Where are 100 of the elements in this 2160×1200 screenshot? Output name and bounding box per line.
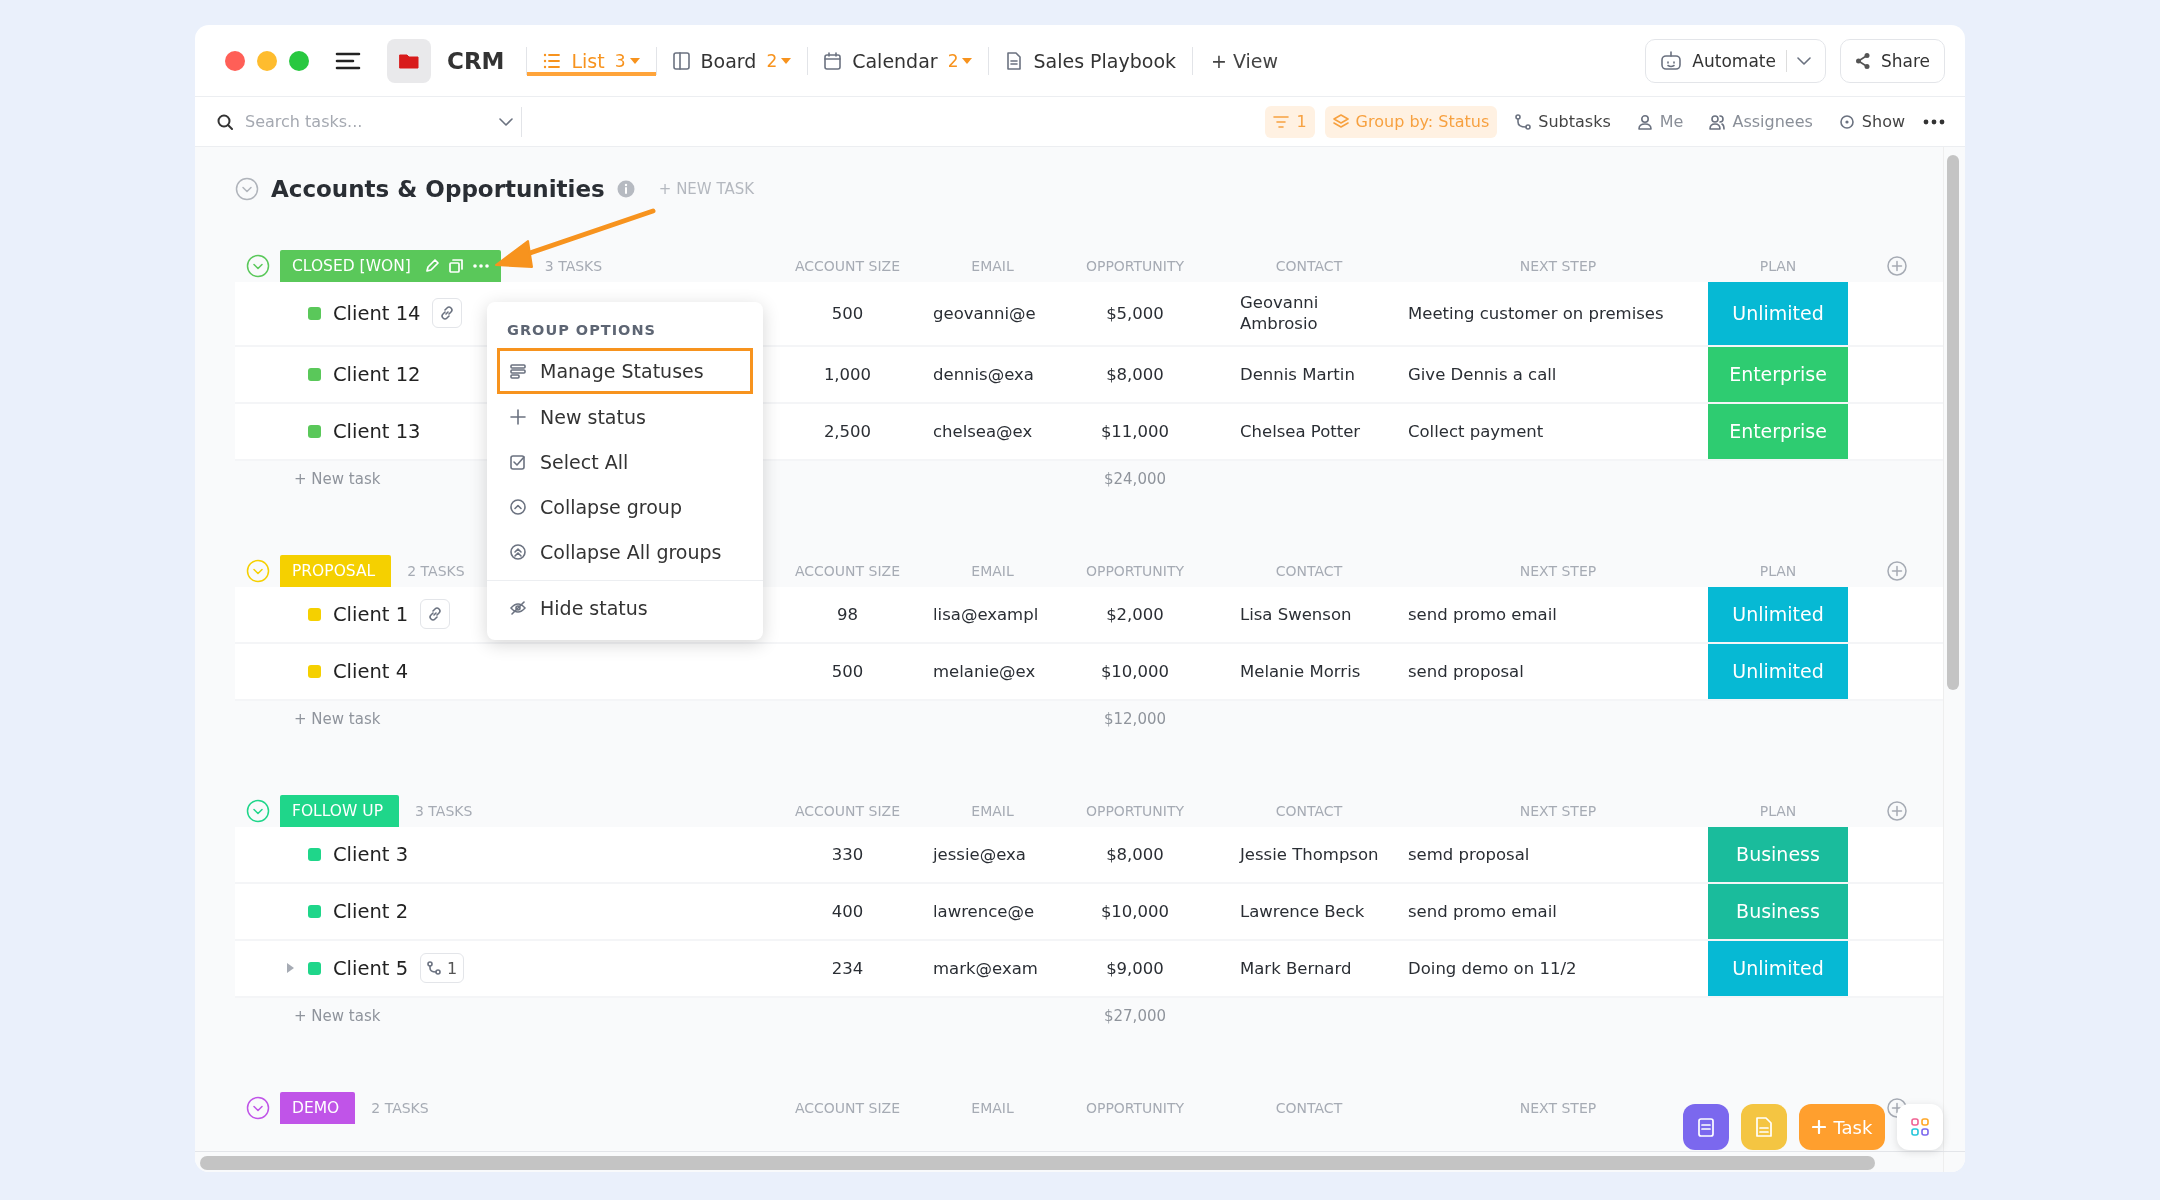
table-cell-text: chelsea@ex (932, 421, 1034, 441)
collapse-toggle-icon[interactable] (245, 254, 270, 278)
search-field[interactable]: Search tasks... (243, 111, 489, 132)
column-total: $24,000 (1103, 469, 1167, 488)
add-column-icon[interactable] (1886, 256, 1907, 276)
link-icon (427, 606, 444, 623)
status-square[interactable] (308, 904, 321, 918)
column-header: CONTACT (1274, 802, 1344, 819)
caret-down-icon (781, 57, 792, 64)
column-header: ACCOUNT SIZE (793, 802, 902, 819)
status-square[interactable] (308, 367, 321, 381)
status-square[interactable] (308, 424, 321, 438)
list-icon (510, 363, 526, 379)
table-cell-text: geovanni@e (932, 303, 1037, 323)
link-badge[interactable] (420, 599, 451, 630)
share-button[interactable]: Share (1839, 38, 1945, 83)
document-button[interactable] (1741, 1104, 1787, 1150)
chevron-down-icon (1796, 56, 1811, 65)
view-tab[interactable]: Calendar 2 (808, 45, 989, 76)
share-icon (1854, 51, 1871, 70)
task-name[interactable]: Client 12 (333, 362, 421, 386)
plan-tag: Unlimited (1708, 586, 1848, 642)
menu-item[interactable]: Select All (497, 439, 753, 484)
menu-item[interactable]: Manage Statuses (497, 348, 753, 394)
status-square[interactable] (308, 664, 321, 678)
window-control-icon[interactable] (257, 50, 277, 71)
view-tab[interactable]: Sales Playbook (989, 45, 1192, 76)
status-group-label[interactable]: DEMO (280, 1091, 356, 1124)
window-control-icon[interactable] (289, 50, 309, 71)
plus-icon (510, 408, 526, 425)
add-column-icon[interactable] (1886, 800, 1907, 821)
search-icon (217, 113, 233, 130)
table-cell-text: Geovanni Ambrosio (1239, 292, 1320, 336)
task-name[interactable]: Client 13 (333, 419, 421, 443)
table-cell-text: Doing demo on 11/2 (1408, 958, 1578, 978)
task-name[interactable]: Client 14 (333, 301, 421, 325)
collapse-toggle-icon[interactable] (245, 1095, 270, 1120)
show-button[interactable]: Show (1830, 105, 1913, 138)
table-cell-text: dennis@exa (932, 364, 1035, 384)
table-cell-text: Lisa Swenson (1239, 603, 1353, 626)
plan-tag: Unlimited (1708, 282, 1848, 345)
more-icon[interactable] (1923, 118, 1945, 125)
add-column-icon[interactable] (1886, 560, 1907, 581)
column-header: ACCOUNT SIZE (793, 562, 902, 579)
table-cell-text: $9,000 (1105, 958, 1165, 978)
menu-item[interactable]: Collapse All groups (497, 529, 753, 574)
task-name[interactable]: Client 3 (333, 842, 409, 866)
column-header: OPPORTUNITY (1084, 802, 1186, 819)
subtask-badge[interactable]: 1 (420, 953, 465, 984)
scrollbar-thumb[interactable] (1947, 155, 1959, 690)
table-cell-text: $2,000 (1105, 604, 1165, 624)
task-name[interactable]: Client 1 (333, 602, 409, 626)
folder-icon (387, 38, 431, 83)
status-square[interactable] (308, 847, 321, 861)
task-name[interactable]: Client 2 (333, 899, 409, 923)
plan-tag: Enterprise (1708, 403, 1848, 459)
info-icon[interactable] (616, 180, 635, 198)
column-header: ACCOUNT SIZE (793, 1099, 902, 1116)
column-header: PLAN (1758, 258, 1798, 274)
pencil-icon[interactable] (424, 259, 439, 273)
column-total: $27,000 (1103, 1006, 1167, 1025)
caret-down-icon (629, 57, 640, 64)
hidden-icon (510, 599, 526, 616)
subtasks-button[interactable]: Subtasks (1507, 105, 1619, 138)
expand-caret-icon[interactable] (286, 963, 294, 974)
table-cell-text: semd proposal (1408, 844, 1531, 864)
add-view-button[interactable]: + View (1193, 49, 1297, 72)
layers-icon (1332, 113, 1349, 130)
status-square[interactable] (308, 306, 321, 320)
menu-item[interactable]: Hide status (497, 585, 753, 630)
task-name[interactable]: Client 4 (333, 659, 409, 683)
table-cell-text: Meeting customer on premises (1408, 303, 1665, 323)
table-cell-text: lawrence@e (932, 901, 1036, 921)
window-control-icon[interactable] (225, 50, 245, 71)
apps-button[interactable] (1897, 1104, 1943, 1150)
menu-item[interactable]: Collapse group (497, 484, 753, 529)
view-tab[interactable]: Board 2 (656, 45, 808, 76)
notepad-icon (1698, 1117, 1714, 1137)
scrollbar-thumb[interactable] (200, 1156, 1875, 1170)
collapse-toggle-icon[interactable] (245, 798, 270, 823)
collapse-toggle-icon[interactable] (235, 177, 259, 201)
menu-heading: GROUP OPTIONS (506, 321, 657, 340)
plan-tag: Unlimited (1708, 643, 1848, 699)
table-cell-text: send promo email (1408, 901, 1558, 921)
table-cell-text: send promo email (1408, 604, 1558, 624)
caret-down-icon (962, 57, 973, 64)
column-header: NEXT STEP (1518, 258, 1598, 274)
link-badge[interactable] (432, 298, 463, 329)
table-cell-text: $5,000 (1105, 303, 1165, 323)
automate-button[interactable]: Automate (1645, 38, 1826, 83)
menu-icon[interactable] (335, 50, 361, 71)
copy-icon[interactable] (448, 259, 463, 273)
table-cell-text: Melanie Morris (1239, 660, 1362, 683)
table-cell-text: Jessie Thompson (1238, 843, 1380, 866)
menu-item[interactable]: New status (497, 394, 753, 439)
task-name[interactable]: Client 5 (333, 956, 409, 980)
status-square[interactable] (308, 961, 321, 975)
status-square[interactable] (308, 607, 321, 621)
notepad-button[interactable] (1683, 1104, 1729, 1150)
apps-icon (1911, 1118, 1929, 1136)
